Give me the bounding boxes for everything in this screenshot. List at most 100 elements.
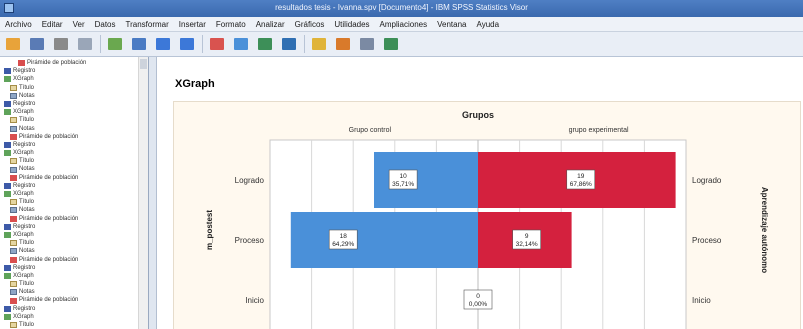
- menu-item-12[interactable]: Ayuda: [472, 20, 505, 29]
- outline-item[interactable]: Registro: [4, 182, 86, 190]
- outline-item[interactable]: XGraph: [4, 190, 86, 198]
- menu-item-5[interactable]: Insertar: [174, 20, 211, 29]
- outline-item[interactable]: Pirámide de población: [4, 215, 86, 223]
- data-label-right-count: 19: [577, 173, 585, 180]
- menu-item-3[interactable]: Datos: [90, 20, 121, 29]
- menu-item-6[interactable]: Formato: [211, 20, 251, 29]
- recall-dialog-icon[interactable]: [130, 35, 148, 53]
- outline-item[interactable]: Título: [4, 198, 86, 206]
- outline-item-label: Notas: [19, 248, 35, 255]
- chart-frame[interactable]: Grupos Grupo control grupo experimental Log…: [173, 101, 801, 329]
- menu-item-8[interactable]: Gráficos: [290, 20, 330, 29]
- menu-item-11[interactable]: Ventana: [432, 20, 471, 29]
- outline-item[interactable]: Pirámide de población: [4, 256, 86, 264]
- graph-icon: [4, 232, 11, 239]
- outline-item[interactable]: Notas: [4, 288, 86, 296]
- outline-item[interactable]: XGraph: [4, 75, 86, 83]
- outline-item[interactable]: Notas: [4, 247, 86, 255]
- panel-label-left: Grupo control: [349, 127, 392, 134]
- menu-item-10[interactable]: Ampliaciones: [375, 20, 433, 29]
- outline-item[interactable]: Título: [4, 116, 86, 124]
- outline-item[interactable]: Notas: [4, 206, 86, 214]
- menu-item-2[interactable]: Ver: [68, 20, 90, 29]
- pane-splitter[interactable]: [149, 57, 157, 329]
- log-icon: [4, 264, 11, 271]
- outline-item[interactable]: Registro: [4, 67, 86, 75]
- outline-item-label: Título: [19, 199, 35, 206]
- outline-item[interactable]: Pirámide de población: [4, 296, 86, 304]
- goto-data-icon[interactable]: [208, 35, 226, 53]
- outline-item[interactable]: Notas: [4, 92, 86, 100]
- outline-item[interactable]: Registro: [4, 223, 86, 231]
- toolbar-separator: [100, 35, 101, 53]
- menu-item-1[interactable]: Editar: [37, 20, 68, 29]
- right-axis-label: Aprendizaje autónomo: [760, 187, 769, 273]
- export-icon[interactable]: [106, 35, 124, 53]
- outline-item[interactable]: XGraph: [4, 231, 86, 239]
- outline-item[interactable]: XGraph: [4, 108, 86, 116]
- print-icon[interactable]: [52, 35, 70, 53]
- outline-item[interactable]: Registro: [4, 264, 86, 272]
- outline-item[interactable]: Notas: [4, 165, 86, 173]
- outline-item[interactable]: Pirámide de población: [4, 174, 86, 182]
- output-pane: XGraph Grupos Grupo control grupo experime…: [157, 57, 803, 329]
- outline-item[interactable]: XGraph: [4, 272, 86, 280]
- outline-item[interactable]: Registro: [4, 100, 86, 108]
- menu-bar: Archivo Editar Ver Datos Transformar Insertar…: [0, 17, 803, 32]
- outline-item[interactable]: Pirámide de población: [4, 59, 86, 67]
- outline-item-label: Notas: [19, 166, 35, 173]
- outline-item[interactable]: Registro: [4, 141, 86, 149]
- outline-item[interactable]: Título: [4, 280, 86, 288]
- save-icon[interactable]: [28, 35, 46, 53]
- outline-item[interactable]: Título: [4, 84, 86, 92]
- outline-item[interactable]: Título: [4, 239, 86, 247]
- outline-item[interactable]: XGraph: [4, 313, 86, 321]
- undo-icon[interactable]: [154, 35, 172, 53]
- menu-item-4[interactable]: Transformar: [121, 20, 174, 29]
- title-icon: [10, 84, 17, 91]
- graph-icon: [4, 191, 11, 198]
- scrollbar-thumb[interactable]: [140, 59, 147, 69]
- outline-item[interactable]: Registro: [4, 305, 86, 313]
- open-icon[interactable]: [4, 35, 22, 53]
- goto-variable-icon[interactable]: [256, 35, 274, 53]
- outline-scrollbar[interactable]: [138, 57, 148, 329]
- outline-item-label: Registro: [13, 223, 36, 230]
- outline-item[interactable]: Título: [4, 157, 86, 165]
- left-axis-label: m_postest: [205, 210, 214, 250]
- data-label-center-percent: 0,00%: [469, 301, 488, 308]
- outline-item-label: Pirámide de población: [19, 256, 79, 263]
- outline-item-label: Título: [19, 117, 35, 124]
- outline-item[interactable]: XGraph: [4, 149, 86, 157]
- goto-case-icon[interactable]: [232, 35, 250, 53]
- category-label-left: Logrado: [235, 176, 265, 185]
- menu-item-9[interactable]: Utilidades: [329, 20, 374, 29]
- create-text-icon[interactable]: [334, 35, 352, 53]
- notes-icon: [10, 92, 17, 99]
- variables-icon[interactable]: [280, 35, 298, 53]
- log-icon: [4, 305, 11, 312]
- pyramid-icon: [10, 133, 17, 140]
- graph-icon: [4, 272, 11, 279]
- graph-icon: [4, 313, 11, 320]
- data-label-left-percent: 35,71%: [392, 181, 414, 188]
- designate-window-icon[interactable]: [358, 35, 376, 53]
- bar-left: [290, 212, 478, 268]
- outline-item[interactable]: Título: [4, 321, 86, 329]
- outline-item[interactable]: Pirámide de población: [4, 133, 86, 141]
- data-label-left-percent: 64,29%: [332, 241, 354, 248]
- create-title-icon[interactable]: [310, 35, 328, 53]
- show-hide-icon[interactable]: [382, 35, 400, 53]
- outline-item-label: Notas: [19, 125, 35, 132]
- outline-item[interactable]: Notas: [4, 125, 86, 133]
- print-preview-icon[interactable]: [76, 35, 94, 53]
- category-label-right: Logrado: [692, 176, 722, 185]
- menu-item-7[interactable]: Analizar: [251, 20, 290, 29]
- outline-item-label: Título: [19, 158, 35, 165]
- redo-icon[interactable]: [178, 35, 196, 53]
- pyramid-icon: [18, 60, 25, 67]
- menu-item-0[interactable]: Archivo: [0, 20, 37, 29]
- outline-item-label: Pirámide de población: [19, 297, 79, 304]
- category-label-left: Proceso: [235, 236, 265, 245]
- outline-pane: Pirámide de población Registro XGraph Títul…: [0, 57, 149, 329]
